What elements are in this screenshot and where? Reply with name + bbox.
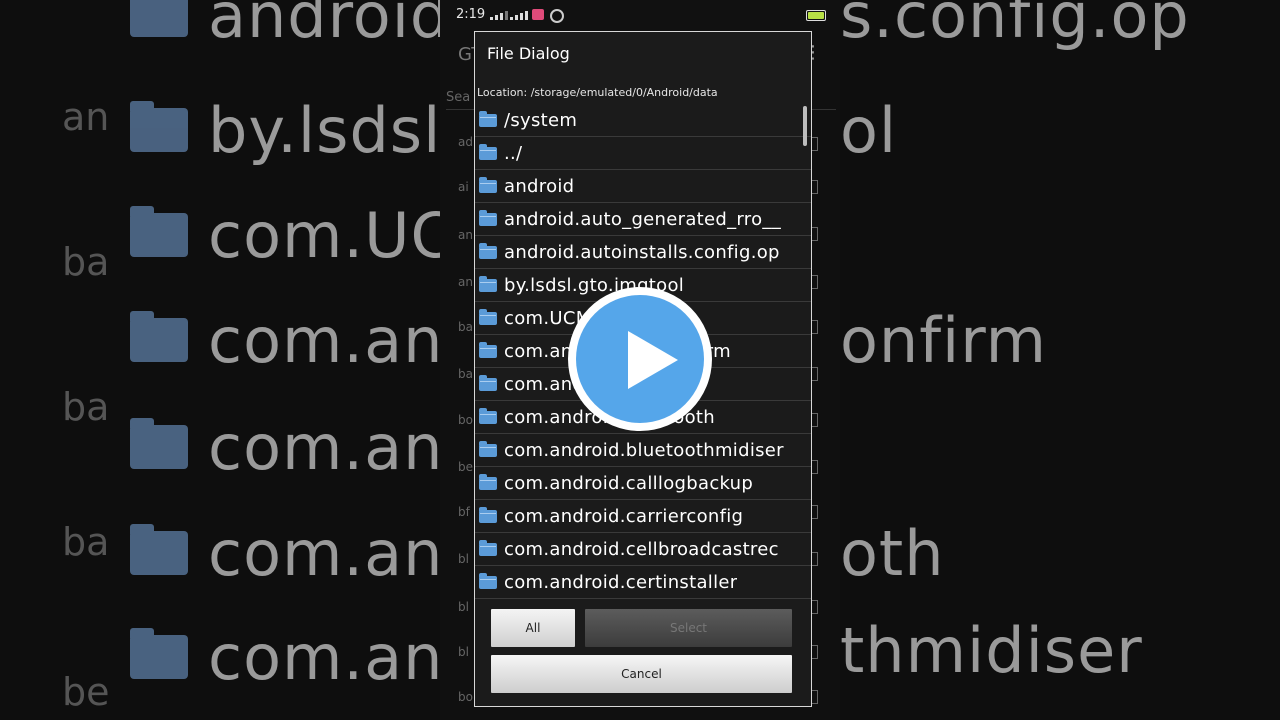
folder-icon	[130, 0, 188, 37]
folder-icon	[479, 440, 497, 457]
select-button[interactable]: Select	[585, 609, 792, 647]
file-name: com.android.cellbroadcastrec	[504, 538, 779, 560]
clock-icon	[550, 9, 564, 23]
bg-small-text: ba	[62, 520, 110, 564]
folder-icon	[479, 572, 497, 589]
list-item: ba	[458, 367, 473, 381]
status-time: 2:19	[456, 7, 486, 22]
list-item: bl	[458, 645, 469, 659]
folder-icon	[479, 506, 497, 523]
cancel-button[interactable]: Cancel	[491, 655, 792, 693]
folder-icon	[479, 374, 497, 391]
file-row[interactable]: ../	[475, 137, 811, 170]
bg-small-text: be	[62, 670, 110, 714]
file-name: android	[504, 175, 575, 197]
folder-icon	[130, 101, 188, 152]
bg-row: onfirm	[840, 303, 1048, 377]
file-row[interactable]: com.android.calllogbackup	[475, 467, 811, 500]
bg-row: thmidiser	[840, 613, 1143, 687]
folder-icon	[479, 308, 497, 325]
file-row[interactable]: android.autoinstalls.config.op	[475, 236, 811, 269]
play-icon	[628, 331, 678, 389]
file-row[interactable]: android.auto_generated_rro__	[475, 203, 811, 236]
file-name: com.android.carrierconfig	[504, 505, 744, 527]
file-name: ../	[504, 142, 523, 164]
file-row[interactable]: com.android.cellbroadcastrec	[475, 533, 811, 566]
bg-row: by.lsdsl	[130, 85, 440, 175]
screen-record-icon	[532, 9, 544, 20]
folder-icon	[479, 176, 497, 193]
bg-small-text: an	[62, 95, 110, 139]
folder-icon	[130, 206, 188, 257]
bg-row: com.and	[130, 402, 440, 492]
file-name: android.auto_generated_rro__	[504, 208, 782, 230]
folder-icon	[130, 524, 188, 575]
file-name: com.android.certinstaller	[504, 571, 738, 593]
list-scrollbar[interactable]	[803, 106, 807, 146]
list-item: be	[458, 460, 473, 474]
bg-row: com.UC	[130, 190, 440, 280]
all-button[interactable]: All	[491, 609, 575, 647]
list-item: an	[458, 228, 473, 242]
location-path: Location: /storage/emulated/0/Android/da…	[477, 86, 718, 99]
file-row[interactable]: android	[475, 170, 811, 203]
folder-icon	[479, 473, 497, 490]
folder-icon	[479, 539, 497, 556]
status-bar: 2:19	[440, 0, 840, 30]
file-name: com.android.bluetoothmidiser	[504, 439, 784, 461]
list-item: an	[458, 275, 473, 289]
list-item: ai	[458, 180, 469, 194]
battery-icon	[806, 10, 826, 21]
bg-row: com.and	[130, 612, 440, 702]
list-item: bo	[458, 413, 473, 427]
list-item: bo	[458, 690, 473, 704]
signal-icon	[490, 10, 508, 20]
folder-icon	[479, 242, 497, 259]
file-name: com.android.calllogbackup	[504, 472, 754, 494]
bg-row: oth	[840, 516, 945, 590]
bg-row: com.and	[130, 295, 440, 385]
list-item: ad	[458, 135, 473, 149]
folder-icon	[479, 209, 497, 226]
file-row[interactable]: com.android.certinstaller	[475, 566, 811, 599]
folder-icon	[130, 418, 188, 469]
folder-icon	[130, 628, 188, 679]
file-row[interactable]: /system	[475, 104, 811, 137]
file-row[interactable]: com.android.bluetoothmidiser	[475, 434, 811, 467]
bg-small-text: ba	[62, 240, 110, 284]
bg-row: ol	[840, 93, 898, 167]
file-row[interactable]: com.android.carrierconfig	[475, 500, 811, 533]
list-item: bl	[458, 552, 469, 566]
folder-icon	[479, 110, 497, 127]
play-button[interactable]	[568, 287, 712, 431]
file-name: android.autoinstalls.config.op	[504, 241, 780, 263]
signal-icon	[510, 10, 528, 20]
dialog-title: File Dialog	[487, 44, 570, 63]
bg-small-text: ba	[62, 385, 110, 429]
folder-icon	[130, 311, 188, 362]
background-left: android by.lsdsl com.UC com.and com.and …	[0, 0, 440, 720]
list-item: ba	[458, 320, 473, 334]
bg-row: com.and	[130, 508, 440, 598]
list-item: bl	[458, 600, 469, 614]
folder-icon	[479, 275, 497, 292]
background-right: s.config.op ol onfirm oth thmidiser	[840, 0, 1280, 720]
list-item: bf	[458, 505, 470, 519]
bg-row: android	[130, 0, 440, 60]
folder-icon	[479, 407, 497, 424]
folder-icon	[479, 341, 497, 358]
file-name: /system	[504, 109, 578, 131]
folder-icon	[479, 143, 497, 160]
bg-row: s.config.op	[840, 0, 1190, 52]
play-button-circle	[576, 295, 704, 423]
